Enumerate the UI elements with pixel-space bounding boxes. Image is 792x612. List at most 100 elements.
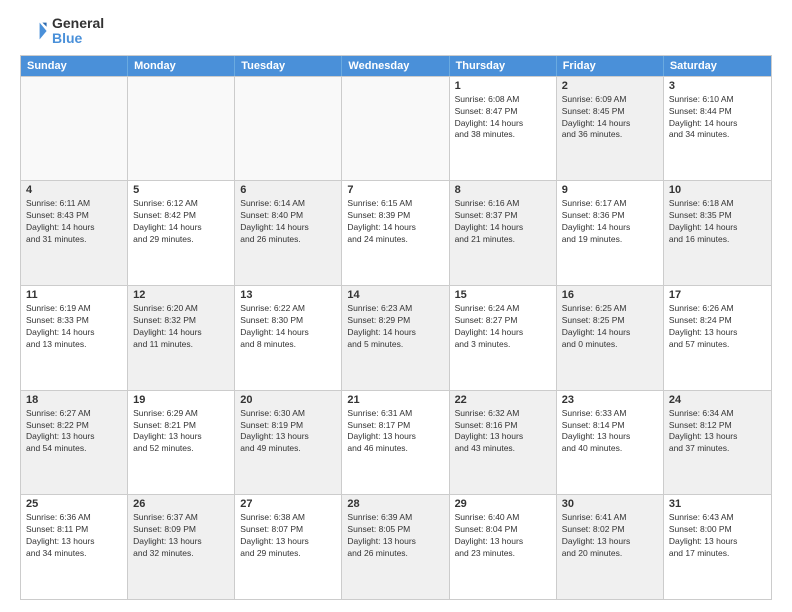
day-info: Sunrise: 6:12 AM Sunset: 8:42 PM Dayligh… bbox=[133, 198, 229, 246]
calendar-cell: 13 Sunrise: 6:22 AM Sunset: 8:30 PM Dayli… bbox=[235, 286, 342, 390]
calendar-cell: 22 Sunrise: 6:32 AM Sunset: 8:16 PM Dayli… bbox=[450, 391, 557, 495]
calendar-row-1: 1 Sunrise: 6:08 AM Sunset: 8:47 PM Daylig… bbox=[21, 76, 771, 181]
calendar-cell: 9 Sunrise: 6:17 AM Sunset: 8:36 PM Daylig… bbox=[557, 181, 664, 285]
day-info: Sunrise: 6:32 AM Sunset: 8:16 PM Dayligh… bbox=[455, 408, 551, 456]
day-info: Sunrise: 6:33 AM Sunset: 8:14 PM Dayligh… bbox=[562, 408, 658, 456]
day-number: 13 bbox=[240, 289, 336, 301]
calendar-cell: 24Sunrise: 6:34 AM Sunset: 8:12 PM Dayli… bbox=[664, 391, 771, 495]
day-number: 26 bbox=[133, 498, 229, 510]
day-number: 2 bbox=[562, 80, 658, 92]
day-info: Sunrise: 6:15 AM Sunset: 8:39 PM Dayligh… bbox=[347, 198, 443, 246]
day-number: 10 bbox=[669, 184, 766, 196]
day-info: Sunrise: 6:37 AM Sunset: 8:09 PM Dayligh… bbox=[133, 512, 229, 560]
header-friday: Friday bbox=[557, 56, 664, 76]
calendar-row-3: 11 Sunrise: 6:19 AM Sunset: 8:33 PM Dayli… bbox=[21, 285, 771, 390]
day-number: 17 bbox=[669, 289, 766, 301]
calendar-cell: 23Sunrise: 6:33 AM Sunset: 8:14 PM Dayli… bbox=[557, 391, 664, 495]
day-number: 1 bbox=[455, 80, 551, 92]
calendar-cell: 4Sunrise: 6:11 AM Sunset: 8:43 PM Daylig… bbox=[21, 181, 128, 285]
day-info: Sunrise: 6:08 AM Sunset: 8:47 PM Dayligh… bbox=[455, 94, 551, 142]
calendar-cell: 11 Sunrise: 6:19 AM Sunset: 8:33 PM Dayli… bbox=[21, 286, 128, 390]
calendar-cell: 17 Sunrise: 6:26 AM Sunset: 8:24 PM Dayli… bbox=[664, 286, 771, 390]
calendar-cell: 30 Sunrise: 6:41 AM Sunset: 8:02 PM Dayli… bbox=[557, 495, 664, 599]
day-info: Sunrise: 6:10 AM Sunset: 8:44 PM Dayligh… bbox=[669, 94, 766, 142]
day-info: Sunrise: 6:09 AM Sunset: 8:45 PM Dayligh… bbox=[562, 94, 658, 142]
calendar-row-2: 4Sunrise: 6:11 AM Sunset: 8:43 PM Daylig… bbox=[21, 180, 771, 285]
calendar-body: 1 Sunrise: 6:08 AM Sunset: 8:47 PM Daylig… bbox=[21, 76, 771, 599]
calendar-row-5: 25Sunrise: 6:36 AM Sunset: 8:11 PM Dayli… bbox=[21, 494, 771, 599]
calendar-cell: 8 Sunrise: 6:16 AM Sunset: 8:37 PM Daylig… bbox=[450, 181, 557, 285]
calendar-cell: 16 Sunrise: 6:25 AM Sunset: 8:25 PM Dayli… bbox=[557, 286, 664, 390]
calendar: Sunday Monday Tuesday Wednesday Thursday… bbox=[20, 55, 772, 600]
calendar-cell: 21 Sunrise: 6:31 AM Sunset: 8:17 PM Dayli… bbox=[342, 391, 449, 495]
calendar-cell: 6Sunrise: 6:14 AM Sunset: 8:40 PM Daylig… bbox=[235, 181, 342, 285]
day-info: Sunrise: 6:17 AM Sunset: 8:36 PM Dayligh… bbox=[562, 198, 658, 246]
day-number: 22 bbox=[455, 394, 551, 406]
day-number: 27 bbox=[240, 498, 336, 510]
calendar-cell: 2 Sunrise: 6:09 AM Sunset: 8:45 PM Daylig… bbox=[557, 77, 664, 181]
calendar-cell: 10 Sunrise: 6:18 AM Sunset: 8:35 PM Dayli… bbox=[664, 181, 771, 285]
day-number: 3 bbox=[669, 80, 766, 92]
day-info: Sunrise: 6:41 AM Sunset: 8:02 PM Dayligh… bbox=[562, 512, 658, 560]
day-info: Sunrise: 6:30 AM Sunset: 8:19 PM Dayligh… bbox=[240, 408, 336, 456]
header-saturday: Saturday bbox=[664, 56, 771, 76]
calendar-cell: 25Sunrise: 6:36 AM Sunset: 8:11 PM Dayli… bbox=[21, 495, 128, 599]
day-info: Sunrise: 6:26 AM Sunset: 8:24 PM Dayligh… bbox=[669, 303, 766, 351]
day-info: Sunrise: 6:39 AM Sunset: 8:05 PM Dayligh… bbox=[347, 512, 443, 560]
calendar-cell: 5 Sunrise: 6:12 AM Sunset: 8:42 PM Daylig… bbox=[128, 181, 235, 285]
calendar-header: Sunday Monday Tuesday Wednesday Thursday… bbox=[21, 56, 771, 76]
calendar-cell bbox=[21, 77, 128, 181]
day-number: 5 bbox=[133, 184, 229, 196]
day-number: 19 bbox=[133, 394, 229, 406]
day-number: 15 bbox=[455, 289, 551, 301]
day-info: Sunrise: 6:25 AM Sunset: 8:25 PM Dayligh… bbox=[562, 303, 658, 351]
calendar-cell: 29Sunrise: 6:40 AM Sunset: 8:04 PM Dayli… bbox=[450, 495, 557, 599]
day-info: Sunrise: 6:19 AM Sunset: 8:33 PM Dayligh… bbox=[26, 303, 122, 351]
day-info: Sunrise: 6:16 AM Sunset: 8:37 PM Dayligh… bbox=[455, 198, 551, 246]
calendar-cell: 15 Sunrise: 6:24 AM Sunset: 8:27 PM Dayli… bbox=[450, 286, 557, 390]
calendar-cell: 19 Sunrise: 6:29 AM Sunset: 8:21 PM Dayli… bbox=[128, 391, 235, 495]
day-info: Sunrise: 6:29 AM Sunset: 8:21 PM Dayligh… bbox=[133, 408, 229, 456]
day-number: 6 bbox=[240, 184, 336, 196]
header-wednesday: Wednesday bbox=[342, 56, 449, 76]
header: General Blue bbox=[20, 16, 772, 47]
day-number: 20 bbox=[240, 394, 336, 406]
calendar-cell: 31 Sunrise: 6:43 AM Sunset: 8:00 PM Dayli… bbox=[664, 495, 771, 599]
day-info: Sunrise: 6:22 AM Sunset: 8:30 PM Dayligh… bbox=[240, 303, 336, 351]
day-info: Sunrise: 6:38 AM Sunset: 8:07 PM Dayligh… bbox=[240, 512, 336, 560]
day-info: Sunrise: 6:27 AM Sunset: 8:22 PM Dayligh… bbox=[26, 408, 122, 456]
day-number: 8 bbox=[455, 184, 551, 196]
day-info: Sunrise: 6:23 AM Sunset: 8:29 PM Dayligh… bbox=[347, 303, 443, 351]
calendar-cell: 12Sunrise: 6:20 AM Sunset: 8:32 PM Dayli… bbox=[128, 286, 235, 390]
day-info: Sunrise: 6:24 AM Sunset: 8:27 PM Dayligh… bbox=[455, 303, 551, 351]
day-number: 14 bbox=[347, 289, 443, 301]
day-info: Sunrise: 6:18 AM Sunset: 8:35 PM Dayligh… bbox=[669, 198, 766, 246]
day-number: 11 bbox=[26, 289, 122, 301]
day-number: 29 bbox=[455, 498, 551, 510]
day-number: 31 bbox=[669, 498, 766, 510]
day-number: 9 bbox=[562, 184, 658, 196]
calendar-cell: 20 Sunrise: 6:30 AM Sunset: 8:19 PM Dayli… bbox=[235, 391, 342, 495]
day-info: Sunrise: 6:43 AM Sunset: 8:00 PM Dayligh… bbox=[669, 512, 766, 560]
calendar-cell bbox=[342, 77, 449, 181]
calendar-cell bbox=[235, 77, 342, 181]
header-thursday: Thursday bbox=[450, 56, 557, 76]
day-number: 28 bbox=[347, 498, 443, 510]
header-monday: Monday bbox=[128, 56, 235, 76]
logo-icon bbox=[20, 17, 48, 45]
calendar-cell: 27 Sunrise: 6:38 AM Sunset: 8:07 PM Dayli… bbox=[235, 495, 342, 599]
page: General Blue Sunday Monday Tuesday Wedne… bbox=[0, 0, 792, 612]
calendar-cell bbox=[128, 77, 235, 181]
calendar-row-4: 18 Sunrise: 6:27 AM Sunset: 8:22 PM Dayli… bbox=[21, 390, 771, 495]
calendar-cell: 3 Sunrise: 6:10 AM Sunset: 8:44 PM Daylig… bbox=[664, 77, 771, 181]
header-tuesday: Tuesday bbox=[235, 56, 342, 76]
day-number: 18 bbox=[26, 394, 122, 406]
day-number: 21 bbox=[347, 394, 443, 406]
day-number: 7 bbox=[347, 184, 443, 196]
day-number: 4 bbox=[26, 184, 122, 196]
day-number: 24 bbox=[669, 394, 766, 406]
day-info: Sunrise: 6:31 AM Sunset: 8:17 PM Dayligh… bbox=[347, 408, 443, 456]
day-number: 30 bbox=[562, 498, 658, 510]
day-info: Sunrise: 6:20 AM Sunset: 8:32 PM Dayligh… bbox=[133, 303, 229, 351]
day-number: 16 bbox=[562, 289, 658, 301]
